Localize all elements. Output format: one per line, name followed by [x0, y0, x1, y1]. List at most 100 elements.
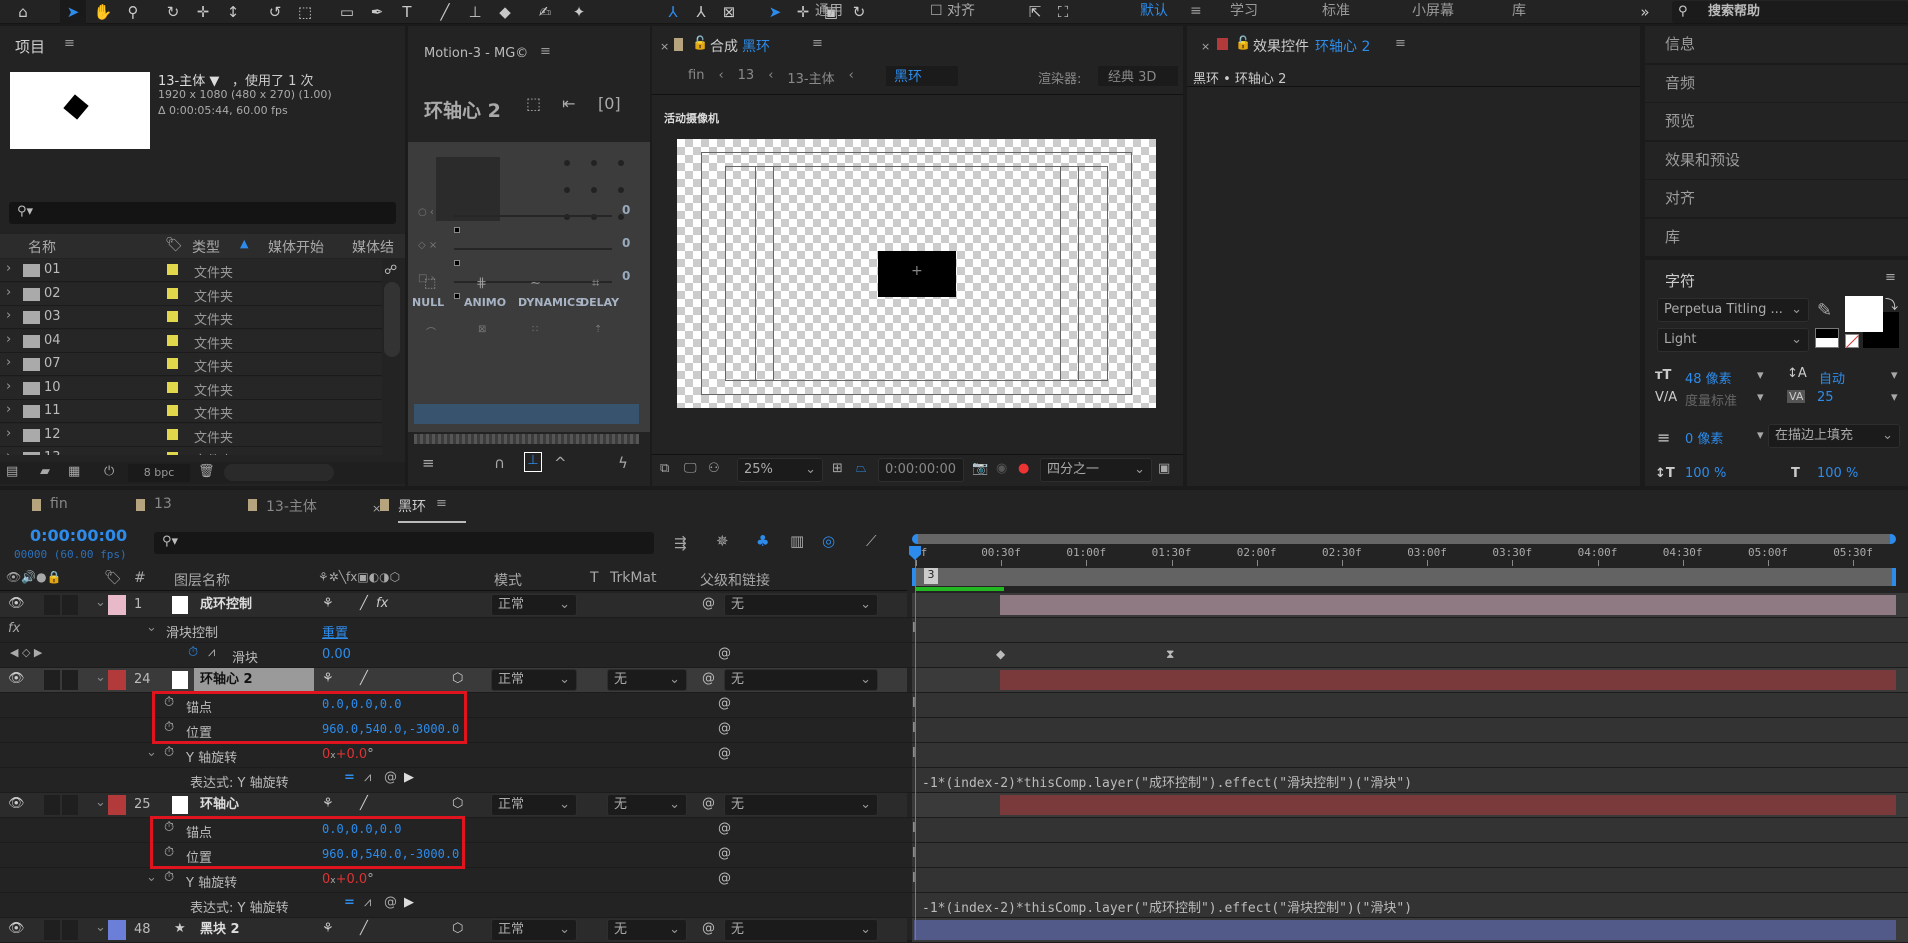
effect-name[interactable]: 滑块控制 — [166, 622, 218, 641]
collapse-chevron-icon[interactable]: ⌄ — [146, 620, 157, 635]
timeline-current-time[interactable]: 0:00:00:00 — [30, 526, 127, 545]
lock-toggle[interactable] — [62, 795, 78, 815]
layer-duration-bar[interactable] — [1000, 795, 1896, 815]
move-icon[interactable]: ✛ — [790, 0, 816, 24]
label-swatch[interactable] — [167, 311, 178, 322]
layer-duration-bar[interactable] — [914, 920, 1896, 940]
layer-label-color[interactable] — [108, 920, 126, 940]
stroke-mode-dropdown[interactable]: 在描边上填充 ⌄ — [1768, 424, 1900, 448]
header-trkmat[interactable]: TrkMat — [610, 570, 657, 586]
parent-dropdown[interactable]: 无 ⌄ — [724, 919, 878, 941]
column-media-start[interactable]: 媒体开始 — [268, 237, 324, 257]
home-icon[interactable]: ⌂ — [10, 0, 36, 24]
visibility-eye-icon[interactable]: 👁 — [8, 796, 25, 811]
anchor-point-dot[interactable] — [591, 160, 597, 166]
workspace-1[interactable]: 学习 — [1230, 0, 1258, 22]
menu-icon[interactable]: ≡ — [422, 454, 435, 472]
bit-depth-button[interactable]: 8 bpc — [128, 464, 190, 482]
expression-enable-icon[interactable]: = — [344, 895, 355, 910]
pick-icon[interactable]: ⬚ — [526, 94, 541, 113]
motion-secondary-icon[interactable]: ⌒ — [426, 324, 436, 339]
expand-chevron-icon[interactable]: › — [6, 402, 11, 417]
panel-3[interactable]: 效果和预设 — [1645, 141, 1908, 179]
mask-visibility-icon[interactable]: ⏢ — [856, 461, 866, 476]
property-value[interactable]: 0.00 — [322, 647, 351, 662]
effect-switch-icon[interactable]: fx — [376, 596, 388, 611]
snapshot-icon[interactable]: 📷 — [972, 461, 988, 476]
expression-graph-icon[interactable]: ⩘ — [364, 895, 371, 910]
breadcrumb-current[interactable]: 黑环 — [886, 66, 958, 86]
draft-3d-icon[interactable]: ✵ — [716, 532, 729, 550]
lock-toggle[interactable] — [62, 920, 78, 940]
layer-label-color[interactable] — [108, 795, 126, 815]
new-composition-icon[interactable]: ▦ — [68, 464, 80, 479]
eraser-icon[interactable]: ◆ — [492, 0, 518, 24]
clone-stamp-icon[interactable]: ⊥ — [462, 0, 488, 24]
pick-whip-icon[interactable]: @ — [702, 921, 715, 936]
layer-row[interactable]: 👁 ⌄ 1 成环控制 ⚘ ╱ fx 正常 ⌄ @ 无 ⌄ — [0, 593, 1908, 618]
pick-whip-icon[interactable]: @ — [718, 696, 731, 711]
no-color-icon[interactable] — [1845, 334, 1859, 348]
project-scrollbar[interactable] — [384, 282, 400, 357]
parent-dropdown[interactable]: 无 ⌄ — [724, 794, 878, 816]
anchor-point-dot[interactable] — [564, 187, 570, 193]
anchor-point-dot[interactable] — [564, 160, 570, 166]
trkmat-dropdown[interactable]: 无 ⌄ — [607, 919, 687, 941]
property-row[interactable]: ⌄ ⏱ Y 轴旋转 0x+0.0° @ I — [0, 868, 1908, 893]
layer-name[interactable]: 环轴心 2 — [194, 668, 314, 692]
close-tab-icon[interactable]: × — [1201, 40, 1210, 53]
composition-flowchart-icon[interactable]: ⇶ — [674, 534, 687, 552]
layer-track[interactable]: I — [912, 743, 1908, 767]
solo-toggle[interactable] — [44, 795, 60, 815]
shy-switch-icon[interactable]: ⚘ — [322, 671, 334, 686]
dolly-icon[interactable]: ↕ — [220, 0, 246, 24]
comp-tab-title[interactable]: 合成 — [710, 36, 738, 56]
anchor-point-dot[interactable] — [618, 187, 624, 193]
swap-colors-icon[interactable]: ⤵ — [1885, 294, 1898, 313]
font-family-dropdown[interactable]: Perpetua Titling ... ⌄ — [1657, 298, 1809, 322]
expand-chevron-icon[interactable]: › — [6, 379, 11, 394]
anchor-point-dot[interactable] — [591, 187, 597, 193]
kerning-value[interactable]: 度量标准 — [1685, 390, 1737, 409]
layer-track[interactable]: I — [912, 843, 1908, 867]
align-checkbox[interactable]: ☐ 对齐 — [930, 0, 975, 22]
hand-icon[interactable]: ✋ — [90, 0, 116, 24]
local-axis-icon[interactable]: ⅄ — [660, 0, 686, 24]
motion-dynamics-icon[interactable]: ∼ — [530, 276, 541, 291]
snap-icon[interactable]: ⇱ — [1022, 0, 1048, 24]
header-mode[interactable]: 模式 — [494, 570, 522, 590]
expression-language-menu-icon[interactable]: ▶ — [404, 895, 414, 910]
expression-pick-whip-icon[interactable]: @ — [384, 770, 397, 785]
project-item[interactable]: › 10 文件夹 — [0, 376, 382, 400]
layer-row[interactable]: 👁 ⌄ 48 ★ 黑块 2 ⚘ ╱ ⬡ 正常 ⌄ 无 ⌄ @ 无 ⌄ — [0, 918, 1908, 943]
lock-toggle[interactable] — [62, 595, 78, 615]
timeline-tab-1[interactable]: 13 — [154, 496, 172, 512]
quality-switch-icon[interactable]: ╱ — [360, 921, 368, 936]
pick-whip-icon[interactable]: @ — [718, 746, 731, 761]
keyframe-marker[interactable]: ◆ — [996, 647, 1005, 661]
layer-track[interactable]: I — [912, 868, 1908, 892]
pick-whip-icon[interactable]: @ — [702, 596, 715, 611]
anchor-mode-icon[interactable]: ⊥ — [524, 452, 542, 472]
workspace-menu-icon[interactable]: ≡ — [1190, 0, 1202, 22]
slider-handle[interactable] — [454, 260, 460, 266]
resolution-dropdown[interactable]: 四分之一 ⌄ — [1040, 458, 1152, 482]
stopwatch-icon[interactable]: ⏱ — [188, 645, 198, 660]
horizontal-scale-value[interactable]: 100 % — [1817, 466, 1858, 481]
label-swatch[interactable] — [167, 452, 178, 455]
effects-tab-title[interactable]: 效果控件 — [1253, 36, 1309, 56]
panel-1[interactable]: 音频 — [1645, 64, 1908, 102]
text-icon[interactable]: T — [394, 0, 420, 24]
collapse-chevron-icon[interactable]: ⌄ — [95, 795, 106, 810]
render-icon[interactable]: ⏻ — [104, 464, 114, 479]
blend-mode-dropdown[interactable]: 正常 ⌄ — [491, 594, 577, 616]
solo-toggle[interactable] — [44, 670, 60, 690]
fill-color-swatch[interactable] — [1845, 296, 1883, 332]
dropdown-arrow-icon[interactable]: ▾ — [1757, 390, 1764, 405]
grid-icon[interactable]: ⊞ — [832, 461, 843, 476]
expand-chevron-icon[interactable]: › — [6, 332, 11, 347]
pick-whip-icon[interactable]: @ — [718, 646, 731, 661]
fast-preview-icon[interactable]: ▣ — [1158, 461, 1170, 476]
motion-blur-icon[interactable]: ◎ — [822, 532, 835, 550]
puppet-pin-icon[interactable]: ✦ — [566, 0, 592, 24]
